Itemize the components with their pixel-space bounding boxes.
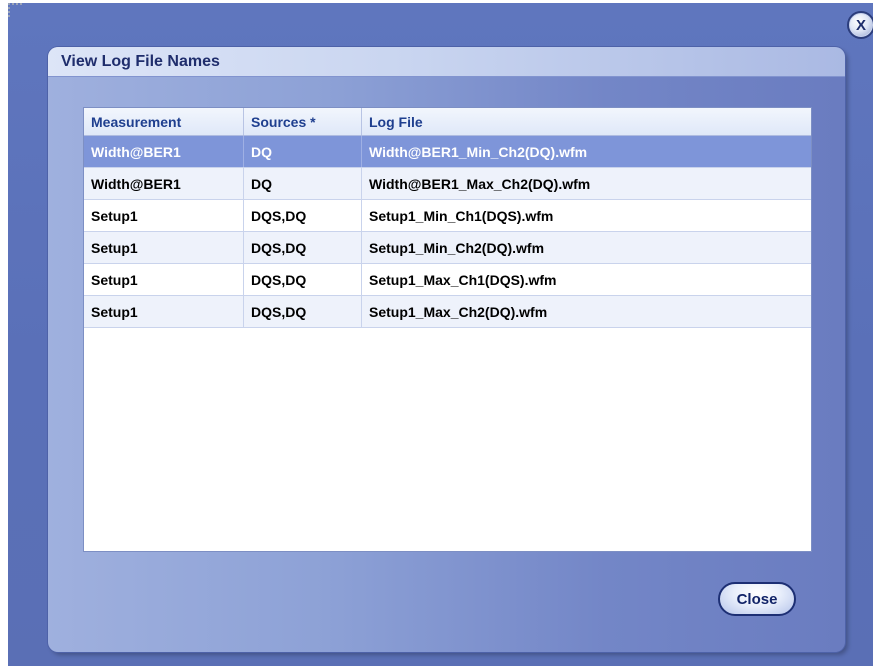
cell-sources: DQS,DQ <box>244 200 362 231</box>
column-header-sources[interactable]: Sources * <box>244 108 362 135</box>
cell-log-file: Width@BER1_Max_Ch2(DQ).wfm <box>369 175 591 192</box>
cell-measurement: Setup1 <box>84 264 244 295</box>
table-row[interactable]: Setup1 DQS,DQ Setup1_Max_Ch2(DQ).wfm <box>84 296 811 328</box>
table-row[interactable]: Setup1 DQS,DQ Setup1_Min_Ch2(DQ).wfm <box>84 232 811 264</box>
log-file-table: Measurement Sources * Log File Width@BER… <box>83 107 812 552</box>
cell-log-file: Setup1_Min_Ch1(DQS).wfm <box>369 207 554 224</box>
resize-corner-icon <box>8 3 22 17</box>
cell-measurement: Width@BER1 <box>84 168 244 199</box>
table-row[interactable]: Setup1 DQS,DQ Setup1_Min_Ch1(DQS).wfm <box>84 200 811 232</box>
cell-measurement: Setup1 <box>84 296 244 327</box>
dialog-title: View Log File Names <box>61 53 220 70</box>
close-button[interactable]: Close <box>718 582 796 616</box>
view-log-file-names-dialog: View Log File Names Measurement Sources … <box>48 47 845 652</box>
cell-log-file: Width@BER1_Min_Ch2(DQ).wfm <box>369 143 588 160</box>
cell-sources: DQS,DQ <box>244 296 362 327</box>
table-header: Measurement Sources * Log File <box>84 108 811 136</box>
cell-measurement: Width@BER1 <box>84 136 244 167</box>
cell-sources: DQS,DQ <box>244 232 362 263</box>
cell-log-file: Setup1_Max_Ch2(DQ).wfm <box>369 303 548 320</box>
table-row[interactable]: Setup1 DQS,DQ Setup1_Max_Ch1(DQS).wfm <box>84 264 811 296</box>
dialog-header: View Log File Names <box>48 47 845 77</box>
column-header-measurement[interactable]: Measurement <box>84 108 244 135</box>
cell-measurement: Setup1 <box>84 200 244 231</box>
cell-measurement: Setup1 <box>84 232 244 263</box>
table-row[interactable]: Width@BER1 DQ Width@BER1_Min_Ch2(DQ).wfm <box>84 136 811 168</box>
app-window: X View Log File Names Measurement Source… <box>8 3 873 666</box>
table-row[interactable]: Width@BER1 DQ Width@BER1_Max_Ch2(DQ).wfm <box>84 168 811 200</box>
cell-sources: DQ <box>244 136 362 167</box>
close-x-icon[interactable]: X <box>847 11 873 39</box>
column-header-log-file[interactable]: Log File <box>362 108 809 135</box>
cell-log-file: Setup1_Min_Ch2(DQ).wfm <box>369 239 545 256</box>
cell-log-file: Setup1_Max_Ch1(DQS).wfm <box>369 271 557 288</box>
cell-sources: DQ <box>244 168 362 199</box>
cell-sources: DQS,DQ <box>244 264 362 295</box>
